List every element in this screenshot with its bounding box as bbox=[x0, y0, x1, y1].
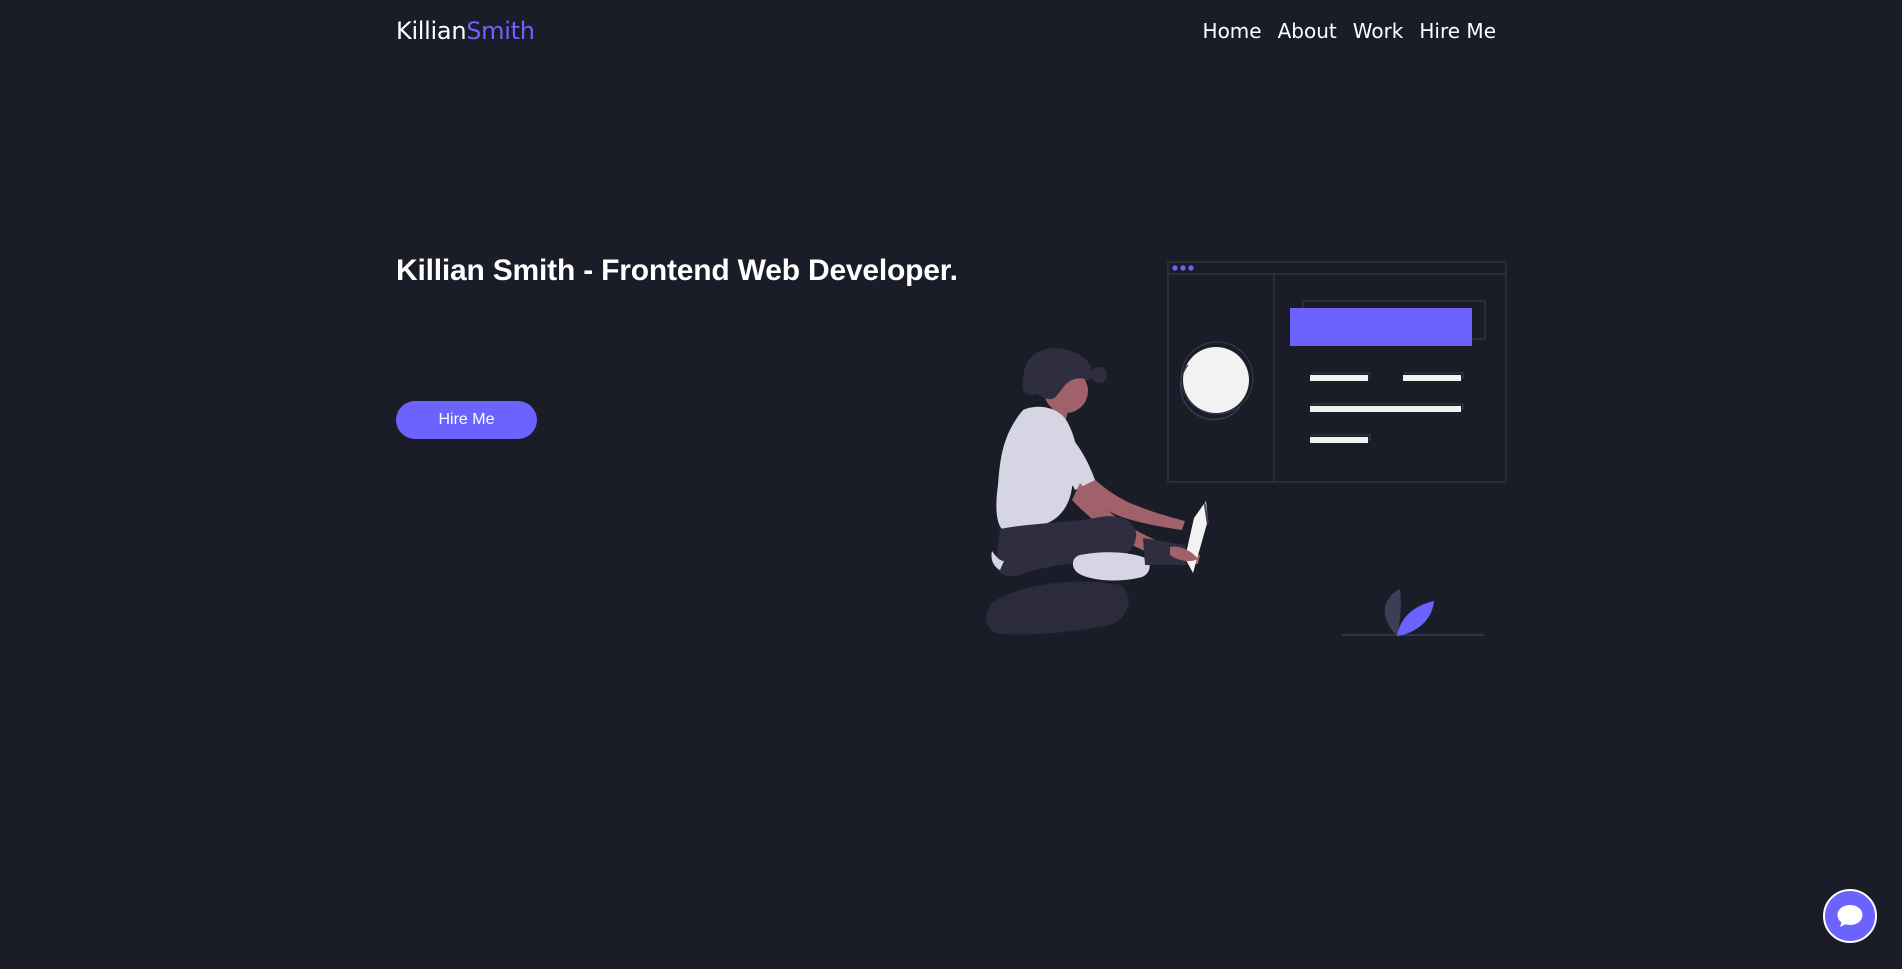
navbar: KillianSmith Home About Work Hire Me bbox=[396, 0, 1500, 62]
logo-last-name: Smith bbox=[466, 17, 535, 45]
developer-illustration bbox=[986, 261, 1507, 636]
nav-link-about[interactable]: About bbox=[1278, 19, 1337, 43]
plant-graphic bbox=[1342, 589, 1484, 636]
person-graphic bbox=[986, 348, 1209, 635]
nav-link-work[interactable]: Work bbox=[1353, 19, 1404, 43]
logo[interactable]: KillianSmith bbox=[396, 17, 535, 45]
browser-window-graphic bbox=[1167, 261, 1507, 483]
hero-title: Killian Smith - Frontend Web Developer. bbox=[396, 254, 958, 287]
hire-me-button[interactable]: Hire Me bbox=[396, 401, 537, 439]
nav-links: Home About Work Hire Me bbox=[1203, 19, 1500, 43]
logo-first-name: Killian bbox=[396, 17, 467, 45]
chat-button[interactable] bbox=[1823, 889, 1877, 943]
chat-bubble-icon bbox=[1837, 905, 1863, 927]
nav-link-hire-me[interactable]: Hire Me bbox=[1419, 19, 1496, 43]
page: KillianSmith Home About Work Hire Me Kil… bbox=[0, 0, 1902, 969]
nav-link-home[interactable]: Home bbox=[1203, 19, 1262, 43]
